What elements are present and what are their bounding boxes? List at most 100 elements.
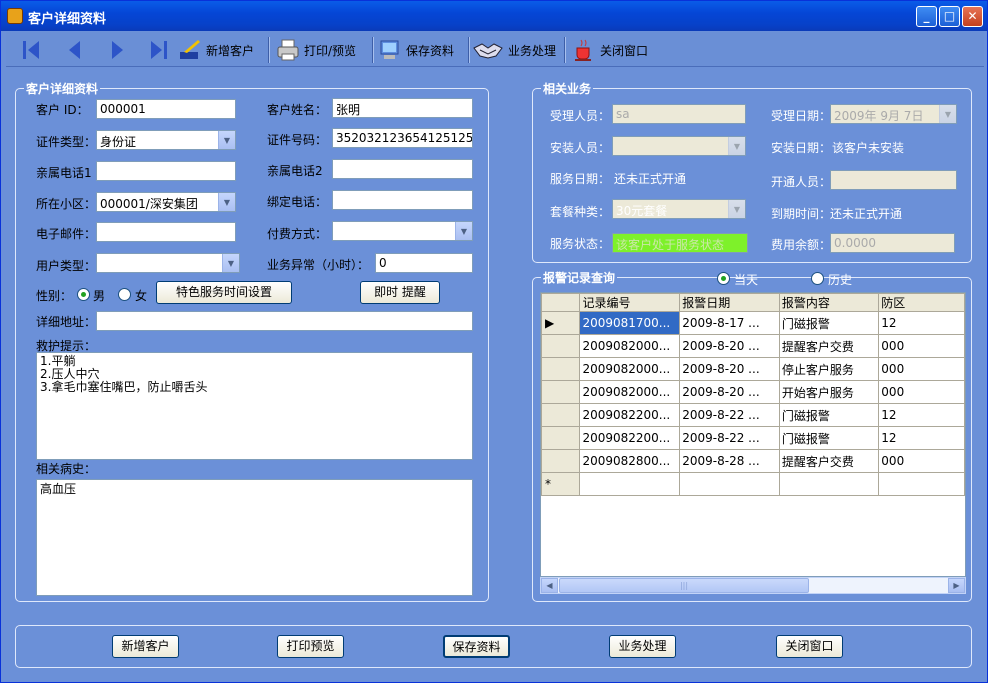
prev-record-icon[interactable]	[64, 38, 86, 62]
gender-female-radio[interactable]	[118, 288, 131, 301]
today-radio[interactable]	[717, 272, 730, 285]
instant-reminder-button[interactable]: 即时 提醒	[360, 281, 440, 304]
minimize-button[interactable]: _	[916, 6, 937, 27]
zone-cell[interactable]: 000	[878, 334, 965, 358]
record-id-cell[interactable]: 2009082000...	[579, 380, 681, 404]
table-row[interactable]: 2009082200... 2009-8-22 ... 门磁报警 12	[541, 403, 965, 427]
row-header[interactable]	[541, 403, 581, 427]
row-header[interactable]	[541, 334, 581, 358]
maximize-button[interactable]: □	[939, 6, 960, 27]
empty-cell[interactable]	[778, 472, 880, 496]
toolbar-print-button[interactable]: 打印/预览	[276, 36, 356, 64]
relative-phone1-input[interactable]	[96, 161, 236, 181]
relative-phone2-input[interactable]	[332, 159, 473, 179]
table-row[interactable]: 2009082200... 2009-8-22 ... 门磁报警 12	[541, 426, 965, 450]
alarm-date-cell[interactable]: 2009-8-22 ...	[679, 403, 780, 427]
column-header[interactable]: 报警日期	[679, 293, 780, 312]
alarm-date-cell[interactable]: 2009-8-20 ...	[679, 380, 780, 404]
row-header[interactable]	[541, 449, 581, 473]
id-number-input[interactable]: 352032123654125125	[332, 128, 473, 148]
bottom-save-button[interactable]: 保存资料	[443, 635, 510, 658]
accept-date-picker[interactable]: 2009年 9月 7日 ▼	[830, 104, 957, 124]
rescue-tips-textarea[interactable]: 1.平躺 2.压人中穴 3.拿毛巾塞住嘴巴，防止嚼舌头	[36, 352, 473, 460]
bottom-add-button[interactable]: 新增客户	[112, 635, 179, 658]
last-record-icon[interactable]	[148, 38, 170, 62]
address-input[interactable]	[96, 311, 473, 331]
column-header[interactable]: 记录编号	[579, 293, 681, 312]
bottom-print-button[interactable]: 打印预览	[277, 635, 344, 658]
alarm-content-cell[interactable]: 提醒客户交费	[778, 449, 880, 473]
record-id-cell[interactable]: 2009082000...	[579, 357, 681, 381]
table-row[interactable]: 2009082000... 2009-8-20 ... 提醒客户交费 000	[541, 334, 965, 358]
alarm-date-cell[interactable]: 2009-8-22 ...	[679, 426, 780, 450]
row-header[interactable]	[541, 426, 581, 450]
zone-cell[interactable]: 12	[878, 403, 965, 427]
record-id-cell[interactable]: 2009082000...	[579, 334, 681, 358]
toolbar-business-button[interactable]: 业务处理	[472, 36, 556, 64]
alarm-content-cell[interactable]: 提醒客户交费	[778, 334, 880, 358]
alarm-content-cell[interactable]: 开始客户服务	[778, 380, 880, 404]
bottom-close-button[interactable]: 关闭窗口	[776, 635, 843, 658]
column-header[interactable]: 报警内容	[778, 293, 880, 312]
column-header[interactable]: 防区	[878, 293, 965, 312]
chevron-down-icon[interactable]: ▼	[728, 200, 745, 218]
scroll-thumb[interactable]: |||	[559, 578, 809, 593]
zone-cell[interactable]: 12	[878, 311, 965, 335]
installer-select[interactable]: ▼	[612, 136, 746, 156]
empty-cell[interactable]	[878, 472, 965, 496]
scroll-right-icon[interactable]: ▶	[948, 578, 965, 593]
alarm-content-cell[interactable]: 门磁报警	[778, 403, 880, 427]
table-row[interactable]: 2009082000... 2009-8-20 ... 开始客户服务 000	[541, 380, 965, 404]
zone-cell[interactable]: 000	[878, 380, 965, 404]
new-row[interactable]: *	[541, 472, 965, 496]
alarm-content-cell[interactable]: 停止客户服务	[778, 357, 880, 381]
zone-cell[interactable]: 12	[878, 426, 965, 450]
close-button[interactable]: ✕	[962, 6, 983, 27]
chevron-down-icon[interactable]: ▼	[728, 137, 745, 155]
record-id-cell[interactable]: 2009082800...	[579, 449, 681, 473]
alarm-date-cell[interactable]: 2009-8-20 ...	[679, 357, 780, 381]
record-id-cell[interactable]: 2009082200...	[579, 403, 681, 427]
balance-input[interactable]: 0.0000	[830, 233, 955, 253]
row-header[interactable]	[541, 357, 581, 381]
record-id-cell[interactable]: 2009082200...	[579, 426, 681, 450]
table-row[interactable]: 2009082800... 2009-8-28 ... 提醒客户交费 000	[541, 449, 965, 473]
first-record-icon[interactable]	[20, 38, 42, 62]
bound-phone-input[interactable]	[332, 190, 473, 210]
medical-history-textarea[interactable]: 高血压	[36, 479, 473, 596]
record-id-cell[interactable]: 2009081700...	[579, 311, 681, 335]
community-select[interactable]: 000001/深安集团 ▼	[96, 192, 236, 212]
user-type-select[interactable]: ▼	[96, 253, 240, 273]
zone-cell[interactable]: 000	[878, 357, 965, 381]
email-input[interactable]	[96, 222, 236, 242]
special-service-time-button[interactable]: 特色服务时间设置	[156, 281, 292, 304]
alarm-date-cell[interactable]: 2009-8-20 ...	[679, 334, 780, 358]
id-type-select[interactable]: 身份证 ▼	[96, 130, 236, 150]
new-row-marker-icon[interactable]: *	[541, 472, 581, 496]
payment-method-select[interactable]: ▼	[332, 221, 473, 241]
chevron-down-icon[interactable]: ▼	[455, 222, 472, 240]
toolbar-close-button[interactable]: 关闭窗口	[572, 36, 648, 64]
bottom-business-button[interactable]: 业务处理	[609, 635, 676, 658]
chevron-down-icon[interactable]: ▼	[218, 131, 235, 149]
package-select[interactable]: 30元套餐 ▼	[612, 199, 746, 219]
customer-id-input[interactable]: 000001	[96, 99, 236, 119]
table-row[interactable]: ▶ 2009081700... 2009-8-17 ... 门磁报警 12	[541, 311, 965, 335]
toolbar-save-button[interactable]: 保存资料	[378, 36, 454, 64]
handler-input[interactable]: sa	[612, 104, 746, 124]
table-row[interactable]: 2009082000... 2009-8-20 ... 停止客户服务 000	[541, 357, 965, 381]
zone-cell[interactable]: 000	[878, 449, 965, 473]
chevron-down-icon[interactable]: ▼	[218, 193, 235, 211]
chevron-down-icon[interactable]: ▼	[222, 254, 239, 272]
next-record-icon[interactable]	[106, 38, 128, 62]
history-radio[interactable]	[811, 272, 824, 285]
alarm-date-cell[interactable]: 2009-8-17 ...	[679, 311, 780, 335]
chevron-down-icon[interactable]: ▼	[939, 105, 956, 123]
customer-name-input[interactable]: 张明	[332, 98, 473, 118]
opener-input[interactable]	[830, 170, 957, 190]
alarm-date-cell[interactable]: 2009-8-28 ...	[679, 449, 780, 473]
horizontal-scrollbar[interactable]: ◀ ||| ▶	[540, 577, 966, 594]
empty-cell[interactable]	[579, 472, 681, 496]
gender-male-radio[interactable]	[77, 288, 90, 301]
scroll-left-icon[interactable]: ◀	[541, 578, 558, 593]
